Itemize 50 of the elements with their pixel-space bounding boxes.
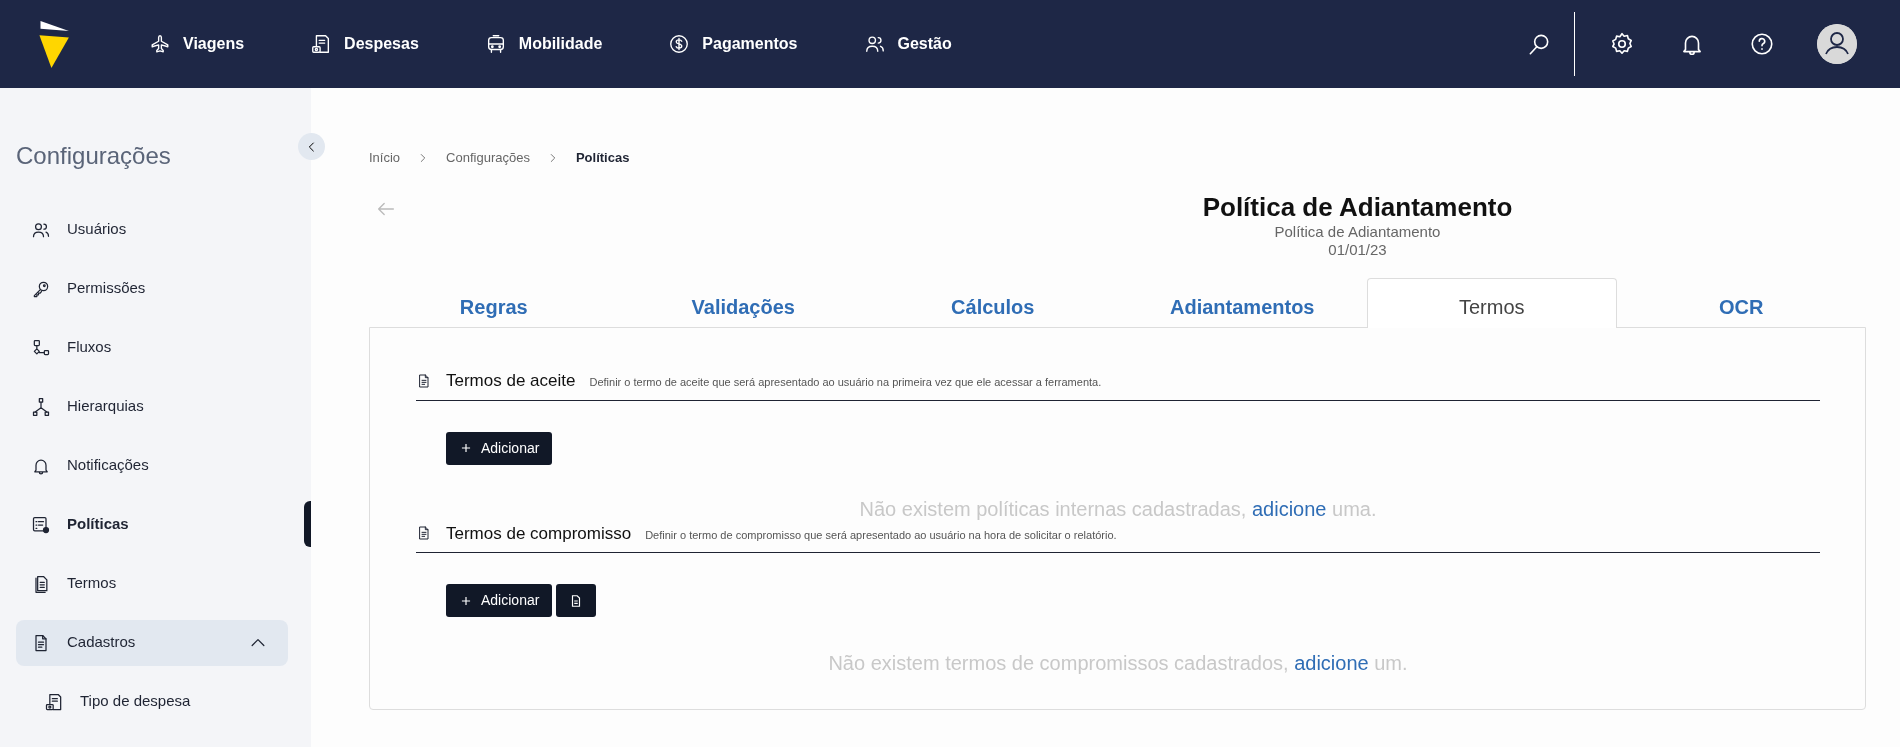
tab[interactable]: Adiantamentos bbox=[1117, 278, 1367, 329]
section-description: Definir o termo de aceite que será apresentado ao usuário na primeira vez que ele acessar a ferramenta. bbox=[589, 375, 1102, 391]
add-link[interactable]: adicione bbox=[1251, 497, 1327, 520]
sidebar-subitem[interactable]: Tipo de despesa bbox=[16, 678, 288, 725]
receipt-icon bbox=[44, 691, 64, 712]
tab[interactable]: Cálculos bbox=[868, 278, 1118, 329]
sidebar-item[interactable]: Políticas bbox=[16, 501, 288, 548]
breadcrumb-link[interactable]: Início bbox=[369, 148, 401, 168]
breadcrumb-current: Políticas bbox=[575, 149, 630, 167]
page-subtitle: Política de Adiantamento bbox=[1273, 222, 1442, 242]
flow-icon bbox=[31, 337, 51, 358]
breadcrumb-link[interactable]: Configurações bbox=[446, 148, 530, 168]
tab[interactable]: Termos bbox=[1367, 278, 1617, 329]
users-icon bbox=[863, 33, 886, 55]
nav-link[interactable]: Pagamentos bbox=[668, 32, 798, 56]
tab[interactable]: Validações bbox=[618, 278, 868, 329]
nav-link[interactable]: Despesas bbox=[310, 32, 419, 56]
tab[interactable]: OCR bbox=[1616, 278, 1866, 329]
document-button[interactable] bbox=[556, 584, 597, 618]
sidebar-item[interactable]: Termos bbox=[16, 560, 288, 607]
nav-link[interactable]: Viagens bbox=[149, 32, 245, 56]
collapse-button[interactable] bbox=[298, 133, 325, 160]
hierarchy-icon bbox=[31, 396, 51, 417]
add-button[interactable]: Adicionar bbox=[446, 584, 553, 618]
section-title: Termos de compromisso bbox=[446, 522, 632, 545]
add-link[interactable]: adicione bbox=[1294, 652, 1369, 675]
plane-icon bbox=[149, 33, 171, 55]
sidebar-item[interactable]: Fluxos bbox=[16, 324, 288, 371]
document-icon bbox=[416, 372, 432, 389]
nav-link[interactable]: Mobilidade bbox=[484, 32, 603, 56]
sidebar-title: Configurações bbox=[15, 141, 172, 171]
nav-link[interactable]: Gestão bbox=[863, 32, 952, 56]
sidebar-item[interactable]: Notificações bbox=[16, 442, 288, 489]
tab[interactable]: Regras bbox=[369, 278, 619, 329]
sidebar-item[interactable]: Hierarquias bbox=[16, 383, 288, 430]
sidebar-item[interactable]: Cadastros bbox=[16, 619, 288, 666]
section-title: Termos de aceite bbox=[446, 370, 576, 393]
add-button[interactable]: Adicionar bbox=[446, 431, 553, 465]
document-icon bbox=[416, 525, 432, 542]
avatar-icon[interactable] bbox=[1817, 24, 1857, 64]
page-date: 01/01/23 bbox=[1327, 241, 1388, 261]
sidebar-item[interactable]: Usuários bbox=[16, 206, 288, 253]
sidebar-item[interactable]: Permissões bbox=[16, 265, 288, 312]
help-icon[interactable] bbox=[1749, 31, 1775, 57]
section-description: Definir o termo de compromisso que será apresentado ao usuário na hora de solicitar o relatório. bbox=[645, 527, 1117, 543]
dollar-icon bbox=[668, 33, 691, 55]
logo-icon[interactable] bbox=[36, 20, 69, 68]
page-title: Política de Adiantamento bbox=[1201, 191, 1514, 223]
settings-icon[interactable] bbox=[1609, 31, 1635, 57]
policy-icon bbox=[31, 514, 51, 535]
